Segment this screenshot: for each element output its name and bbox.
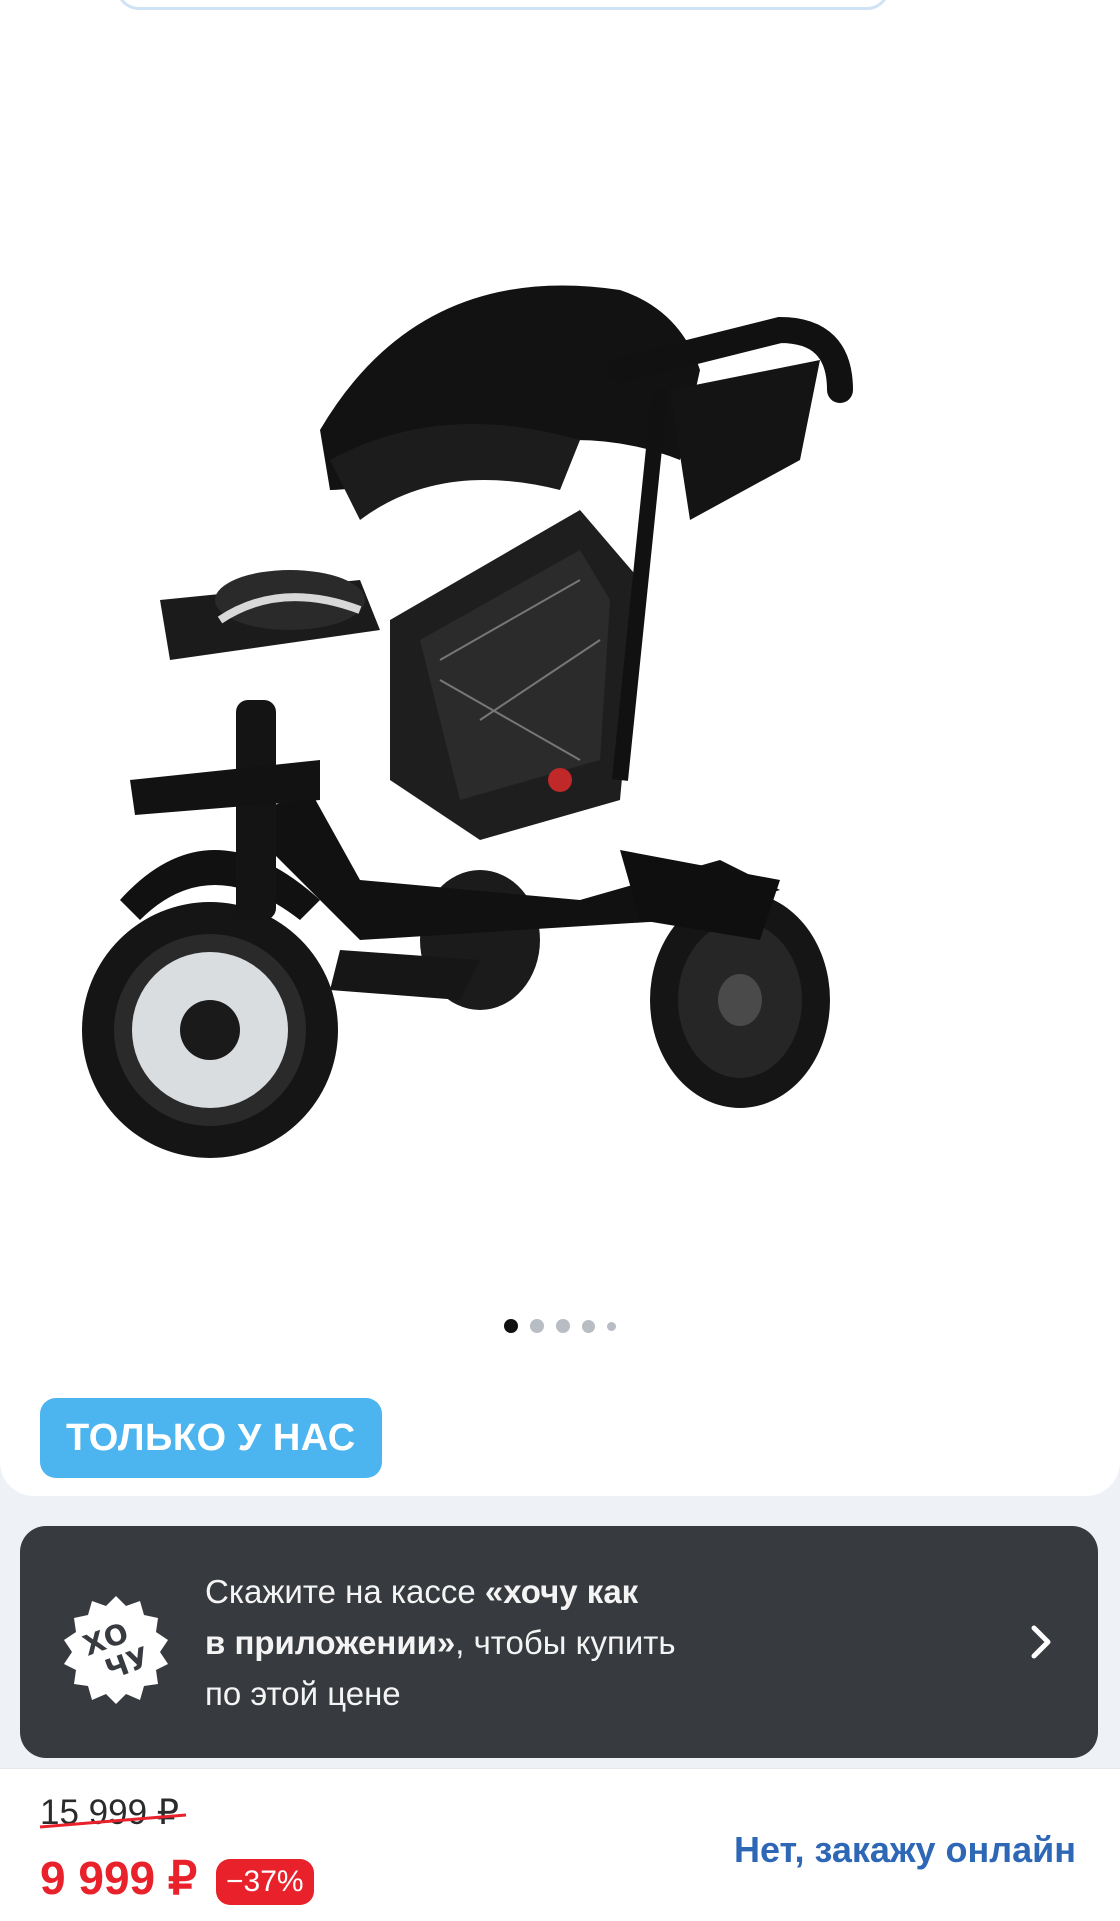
price-bar: 15 999 ₽ 9 999 ₽ −37% Нет, закажу онлайн <box>0 1768 1120 1921</box>
pagination-dot[interactable] <box>530 1319 544 1333</box>
hochu-stamp-icon: ХО ЧУ <box>64 1596 168 1704</box>
pagination-dot[interactable] <box>556 1319 570 1333</box>
pagination-dot[interactable] <box>582 1319 595 1333</box>
pagination-dot-active[interactable] <box>504 1319 518 1333</box>
exclusive-badge: ТОЛЬКО У НАС <box>40 1398 382 1478</box>
pagination-dot[interactable] <box>607 1321 616 1331</box>
exclusive-badge-label: ТОЛЬКО У НАС <box>66 1416 356 1459</box>
chevron-right-icon[interactable] <box>1024 1620 1058 1664</box>
order-online-link[interactable]: Нет, закажу онлайн <box>734 1829 1076 1871</box>
app-price-promo-banner[interactable]: ХО ЧУ Скажите на кассе «хочу как в прило… <box>20 1526 1098 1758</box>
front-wheel <box>82 902 338 1158</box>
product-image-gallery[interactable] <box>0 60 1120 1320</box>
search-bar-edge[interactable] <box>116 0 890 10</box>
current-price: 9 999 ₽ <box>40 1852 198 1904</box>
old-price-strikethrough <box>39 1813 187 1829</box>
product-card: ТОЛЬКО У НАС <box>0 0 1120 1496</box>
discount-badge: −37% <box>216 1859 314 1905</box>
tricycle-stroller-image <box>82 285 853 1158</box>
promo-text: Скажите на кассе «хочу как в приложении»… <box>205 1573 676 1712</box>
gallery-pagination[interactable] <box>0 1318 1120 1334</box>
